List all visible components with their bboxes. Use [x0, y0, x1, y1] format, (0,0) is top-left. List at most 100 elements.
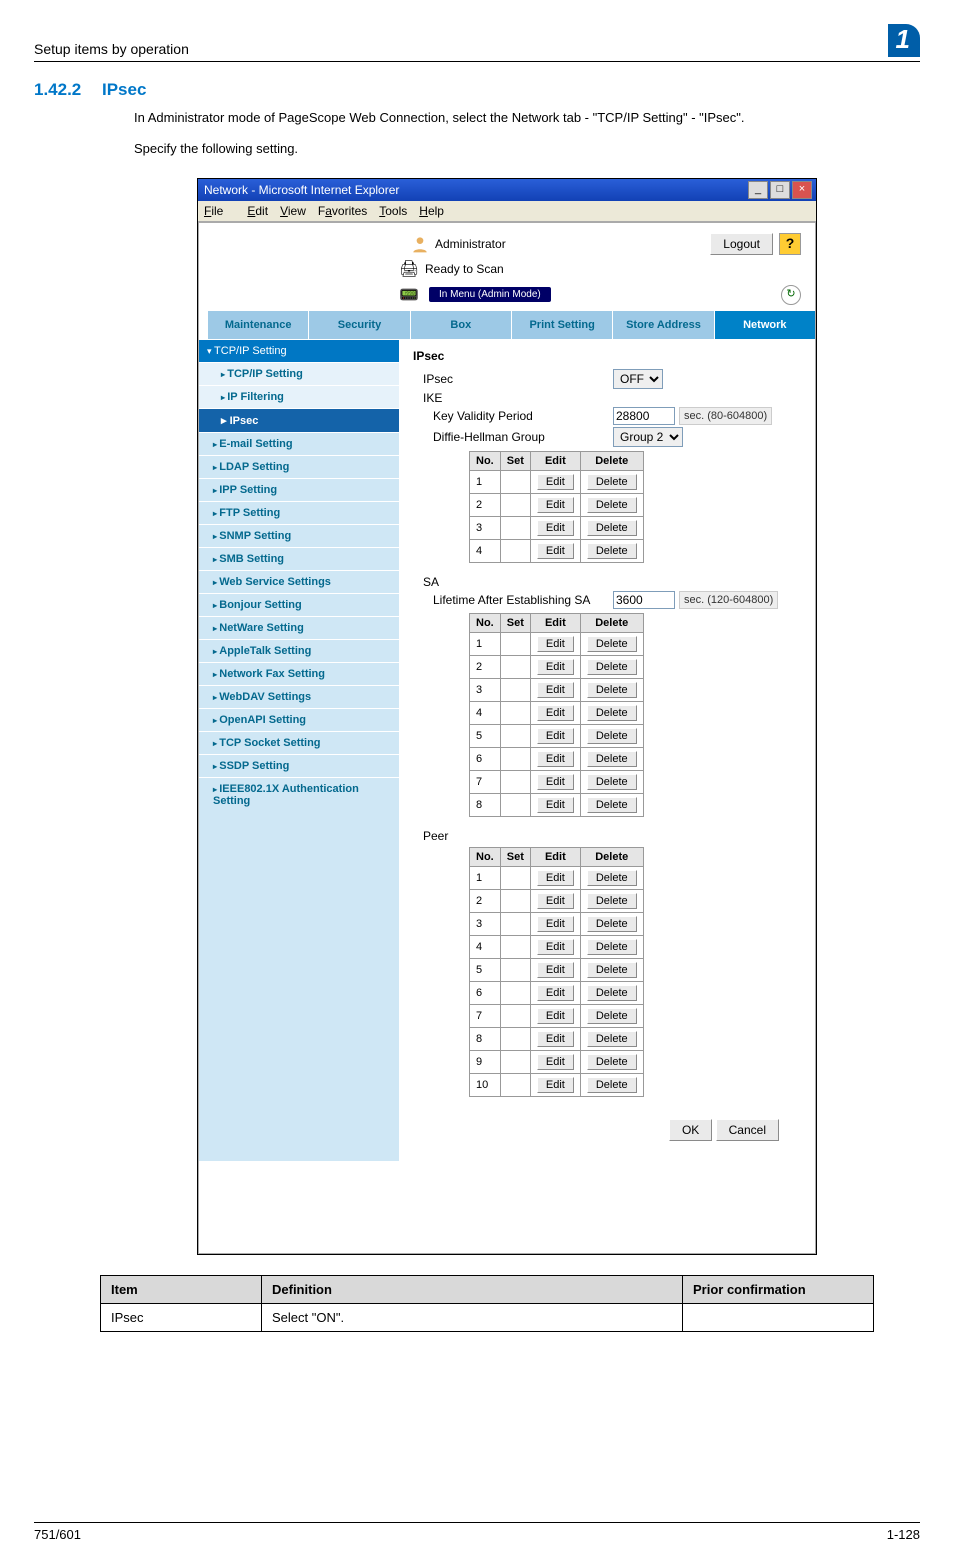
edit-button[interactable]: Edit — [537, 474, 574, 490]
tab-maintenance[interactable]: Maintenance — [207, 311, 308, 339]
delete-button[interactable]: Delete — [587, 1031, 637, 1047]
sidebar-ipsec[interactable]: ▸ IPsec — [199, 408, 399, 432]
edit-button[interactable]: Edit — [537, 1008, 574, 1024]
edit-button[interactable]: Edit — [537, 797, 574, 813]
cancel-button[interactable]: Cancel — [716, 1119, 779, 1141]
sidebar-ipfilter[interactable]: IP Filtering — [199, 385, 399, 408]
delete-button[interactable]: Delete — [587, 682, 637, 698]
edit-button[interactable]: Edit — [537, 893, 574, 909]
sidebar-ldap[interactable]: LDAP Setting — [199, 455, 399, 478]
edit-button[interactable]: Edit — [537, 916, 574, 932]
refresh-icon[interactable]: ↻ — [781, 285, 801, 305]
sidebar-ipp[interactable]: IPP Setting — [199, 478, 399, 501]
menu-favorites[interactable]: Favorites — [318, 204, 367, 218]
sidebar-netware[interactable]: NetWare Setting — [199, 616, 399, 639]
menu-tools[interactable]: Tools — [379, 204, 407, 218]
delete-button[interactable]: Delete — [587, 797, 637, 813]
ipsec-label: IPsec — [423, 372, 613, 386]
delete-button[interactable]: Delete — [587, 636, 637, 652]
sidebar-appletalk[interactable]: AppleTalk Setting — [199, 639, 399, 662]
delete-button[interactable]: Delete — [587, 728, 637, 744]
delete-button[interactable]: Delete — [587, 705, 637, 721]
tab-box[interactable]: Box — [410, 311, 511, 339]
kvp-input[interactable] — [613, 407, 675, 425]
sidebar-tcpip[interactable]: TCP/IP Setting — [199, 362, 399, 385]
table-row: 2EditDelete — [470, 493, 644, 516]
delete-button[interactable]: Delete — [587, 1054, 637, 1070]
edit-button[interactable]: Edit — [537, 682, 574, 698]
delete-button[interactable]: Delete — [587, 543, 637, 559]
delete-button[interactable]: Delete — [587, 1077, 637, 1093]
edit-button[interactable]: Edit — [537, 939, 574, 955]
chapter-number: 1 — [888, 24, 920, 57]
sa-life-input[interactable] — [613, 591, 675, 609]
sidebar-email[interactable]: E-mail Setting — [199, 432, 399, 455]
edit-button[interactable]: Edit — [537, 728, 574, 744]
delete-button[interactable]: Delete — [587, 893, 637, 909]
logout-button[interactable]: Logout — [710, 233, 773, 255]
sidebar-smb[interactable]: SMB Setting — [199, 547, 399, 570]
td-item: IPsec — [101, 1303, 262, 1331]
edit-button[interactable]: Edit — [537, 705, 574, 721]
delete-button[interactable]: Delete — [587, 474, 637, 490]
sidebar-ieee[interactable]: IEEE802.1X Authentication Setting — [199, 777, 399, 812]
edit-button[interactable]: Edit — [537, 497, 574, 513]
delete-button[interactable]: Delete — [587, 870, 637, 886]
sidebar-bonjour[interactable]: Bonjour Setting — [199, 593, 399, 616]
sidebar-tcpsock[interactable]: TCP Socket Setting — [199, 731, 399, 754]
main-tabs: Maintenance Security Box Print Setting S… — [207, 311, 815, 339]
sa-table: No.SetEditDelete 1EditDelete2EditDelete3… — [469, 613, 644, 817]
menu-view[interactable]: View — [280, 204, 306, 218]
sidebar-netfax[interactable]: Network Fax Setting — [199, 662, 399, 685]
sidebar-snmp[interactable]: SNMP Setting — [199, 524, 399, 547]
edit-button[interactable]: Edit — [537, 985, 574, 1001]
edit-button[interactable]: Edit — [537, 774, 574, 790]
edit-button[interactable]: Edit — [537, 1054, 574, 1070]
maximize-button[interactable]: □ — [770, 181, 790, 199]
tab-store[interactable]: Store Address — [612, 311, 713, 339]
sidebar-tcpip-grp[interactable]: TCP/IP Setting — [199, 339, 399, 362]
tab-security[interactable]: Security — [308, 311, 409, 339]
ipsec-select[interactable]: OFF — [613, 369, 663, 389]
edit-button[interactable]: Edit — [537, 751, 574, 767]
delete-button[interactable]: Delete — [587, 939, 637, 955]
close-button[interactable]: × — [792, 181, 812, 199]
delete-button[interactable]: Delete — [587, 916, 637, 932]
edit-button[interactable]: Edit — [537, 636, 574, 652]
panel-icon: 📟 — [399, 285, 425, 305]
sidebar-websvc[interactable]: Web Service Settings — [199, 570, 399, 593]
edit-button[interactable]: Edit — [537, 520, 574, 536]
edit-button[interactable]: Edit — [537, 1031, 574, 1047]
sidebar-ssdp[interactable]: SSDP Setting — [199, 754, 399, 777]
delete-button[interactable]: Delete — [587, 497, 637, 513]
ok-button[interactable]: OK — [669, 1119, 712, 1141]
delete-button[interactable]: Delete — [587, 520, 637, 536]
menu-help[interactable]: Help — [419, 204, 444, 218]
edit-button[interactable]: Edit — [537, 659, 574, 675]
delete-button[interactable]: Delete — [587, 985, 637, 1001]
table-row: 2EditDelete — [470, 655, 644, 678]
delete-button[interactable]: Delete — [587, 1008, 637, 1024]
help-button[interactable]: ? — [779, 233, 801, 255]
tab-network[interactable]: Network — [714, 311, 815, 339]
definition-table: Item Definition Prior confirmation IPsec… — [100, 1275, 874, 1332]
sidebar-openapi[interactable]: OpenAPI Setting — [199, 708, 399, 731]
sidebar-ftp[interactable]: FTP Setting — [199, 501, 399, 524]
delete-button[interactable]: Delete — [587, 774, 637, 790]
ie-menubar[interactable]: File Edit View Favorites Tools Help — [198, 201, 816, 222]
edit-button[interactable]: Edit — [537, 962, 574, 978]
menu-file[interactable]: File — [204, 204, 235, 218]
sidebar-webdav[interactable]: WebDAV Settings — [199, 685, 399, 708]
edit-button[interactable]: Edit — [537, 870, 574, 886]
minimize-button[interactable]: _ — [748, 181, 768, 199]
dh-select[interactable]: Group 2 — [613, 427, 683, 447]
delete-button[interactable]: Delete — [587, 962, 637, 978]
edit-button[interactable]: Edit — [537, 543, 574, 559]
table-row: 6EditDelete — [470, 747, 644, 770]
edit-button[interactable]: Edit — [537, 1077, 574, 1093]
delete-button[interactable]: Delete — [587, 659, 637, 675]
menu-edit[interactable]: Edit — [247, 204, 268, 218]
window-title: Network - Microsoft Internet Explorer — [202, 183, 746, 197]
delete-button[interactable]: Delete — [587, 751, 637, 767]
tab-print[interactable]: Print Setting — [511, 311, 612, 339]
